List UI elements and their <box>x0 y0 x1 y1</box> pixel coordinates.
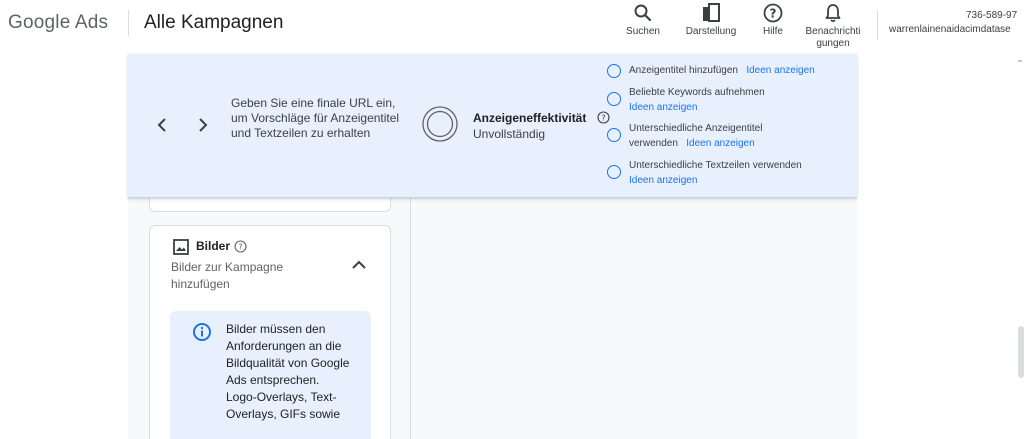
help-circle-icon[interactable]: ? <box>234 240 247 253</box>
images-title: Bilder <box>196 239 231 253</box>
chevron-right-icon[interactable] <box>196 116 210 134</box>
suggestion-2: Beliebte Keywords aufnehmen Ideen anzeig… <box>629 85 765 115</box>
suggestion-3: Unterschiedliche Anzeigentitel verwenden… <box>629 121 762 151</box>
appearance-label: Darstellung <box>685 26 737 37</box>
search-icon <box>634 4 652 22</box>
suggestion-3-text-1: Unterschiedliche Anzeigentitel <box>629 123 763 134</box>
search-button[interactable]: Suchen <box>608 2 678 38</box>
account-id[interactable]: 736-589-97 <box>966 10 1017 21</box>
info-icon <box>193 323 211 341</box>
radio-circle[interactable] <box>607 128 621 142</box>
suggestion-3-text-2: verwenden <box>629 138 678 149</box>
chevron-up-icon[interactable] <box>350 258 368 272</box>
image-icon <box>173 239 189 255</box>
svg-text:?: ? <box>770 7 777 21</box>
radio-circle[interactable] <box>607 165 621 179</box>
radio-circle[interactable] <box>607 92 621 106</box>
suggestion-1-link[interactable]: Ideen anzeigen <box>746 65 814 76</box>
notifications-button[interactable]: Benachrichti gungen <box>798 2 868 50</box>
left-gutter <box>0 54 128 439</box>
notifications-label-2: gungen <box>816 38 850 49</box>
suggestion-2-link[interactable]: Ideen anzeigen <box>629 102 697 113</box>
header-divider <box>128 10 129 36</box>
scroll-indicator <box>1018 60 1022 62</box>
chevron-left-icon[interactable] <box>155 116 169 134</box>
top-bar: Google Ads Alle Kampagnen Suchen Darstel… <box>0 0 1024 54</box>
images-info-text: Bilder müssen den Anforderungen an die B… <box>226 322 350 421</box>
google-ads-logo[interactable]: Google Ads <box>8 12 108 34</box>
images-subtitle: Bilder zur Kampagne hinzufügen <box>171 260 284 291</box>
bell-icon <box>825 4 841 23</box>
appearance-button[interactable]: Darstellung <box>676 2 746 38</box>
suggestion-1-text: Anzeigentitel hinzufügen <box>629 65 738 76</box>
account-divider <box>877 10 878 40</box>
effectiveness-label: Anzeigeneffektivität <box>473 111 587 125</box>
effectiveness-status: Unvollständig <box>473 127 546 141</box>
search-label: Suchen <box>626 26 660 37</box>
suggestion-3-link[interactable]: Ideen anzeigen <box>686 138 754 149</box>
account-email[interactable]: warrenlainenaidacimdatase <box>889 24 1011 35</box>
suggestion-1: Anzeigentitel hinzufügen Ideen anzeigen <box>629 63 815 78</box>
effectiveness-ring-icon <box>422 106 458 142</box>
svg-text:?: ? <box>238 243 242 252</box>
scrollbar-thumb[interactable] <box>1018 326 1024 378</box>
suggestion-4-text: Unterschiedliche Textzeilen verwenden <box>629 160 802 171</box>
suggestion-4: Unterschiedliche Textzeilen verwenden Id… <box>629 158 802 188</box>
notifications-label-1: Benachrichti <box>805 26 861 37</box>
banner-message: Geben Sie eine finale URL ein, um Vorsch… <box>231 96 400 140</box>
appearance-icon <box>703 3 720 22</box>
page-title: Alle Kampagnen <box>144 12 284 33</box>
suggestion-2-text: Beliebte Keywords aufnehmen <box>629 87 765 98</box>
help-icon: ? <box>763 3 783 23</box>
help-circle-icon[interactable]: ? <box>597 111 610 124</box>
previous-card <box>149 198 391 212</box>
radio-circle[interactable] <box>607 64 621 78</box>
right-gutter <box>857 54 1024 439</box>
svg-text:?: ? <box>601 114 605 123</box>
suggestion-4-link[interactable]: Ideen anzeigen <box>629 175 697 186</box>
